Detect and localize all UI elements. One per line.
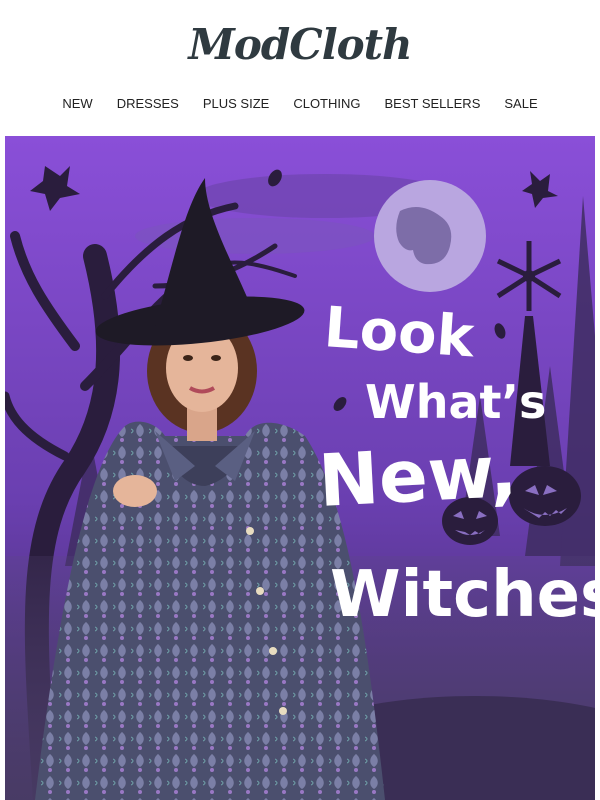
hero-illustration: Look What’s New, Witches! — [5, 136, 595, 800]
headline-line-2: What’s — [365, 375, 546, 429]
modcloth-logo[interactable]: ModCloth — [0, 20, 600, 69]
headline-line-4: Witches! — [330, 558, 595, 632]
moon-icon — [374, 180, 486, 292]
nav-new[interactable]: NEW — [62, 96, 92, 111]
nav-best-sellers[interactable]: BEST SELLERS — [385, 96, 481, 111]
main-nav: NEW DRESSES PLUS SIZE CLOTHING BEST SELL… — [0, 96, 600, 111]
hero-banner[interactable]: Look What’s New, Witches! — [5, 136, 595, 800]
headline-line-3: New, — [316, 429, 518, 523]
hand — [113, 475, 157, 507]
pumpkin-icon — [509, 466, 581, 526]
headline-line-1: Look — [322, 295, 478, 370]
email-header: ModCloth NEW DRESSES PLUS SIZE CLOTHING … — [0, 0, 600, 136]
nav-sale[interactable]: SALE — [504, 96, 537, 111]
nav-clothing[interactable]: CLOTHING — [293, 96, 360, 111]
nav-dresses[interactable]: DRESSES — [117, 96, 179, 111]
nav-plus-size[interactable]: PLUS SIZE — [203, 96, 269, 111]
